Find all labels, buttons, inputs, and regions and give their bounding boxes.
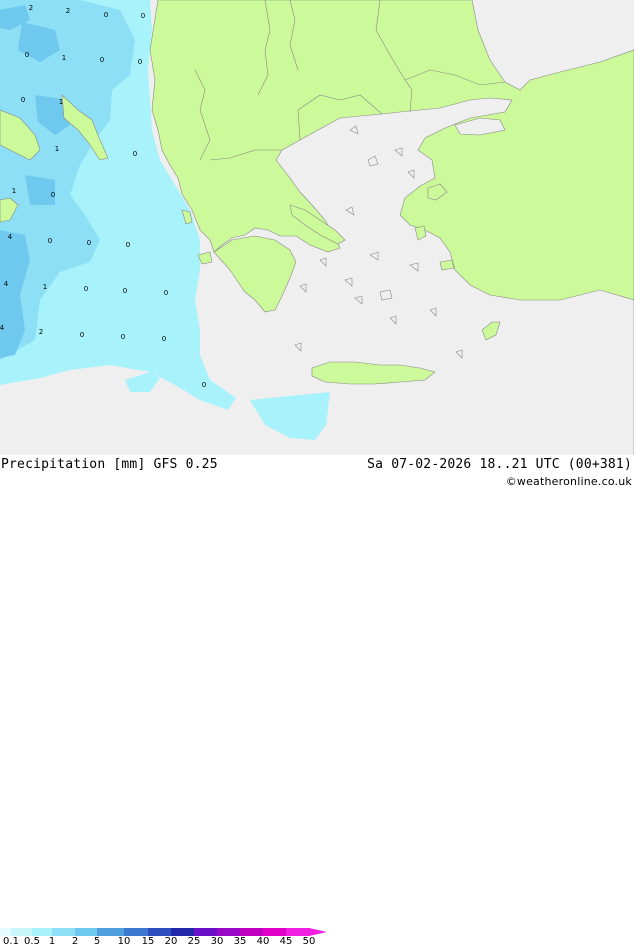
precip-value-label: 1 (62, 54, 66, 62)
scale-swatch (263, 928, 287, 936)
scale-tick-label: 35 (233, 936, 247, 947)
scale-tick-label: 45 (279, 936, 293, 947)
precip-value-label: 2 (66, 7, 70, 15)
scale-tick-label: 25 (187, 936, 201, 947)
precip-value-label: 0 (162, 335, 166, 343)
scale-tick-label: 5 (93, 936, 101, 947)
scale-swatch (75, 928, 98, 936)
scale-swatch (194, 928, 218, 936)
precip-value-label: 1 (12, 187, 16, 195)
scale-tick-label: 20 (164, 936, 178, 947)
scale-swatch (32, 928, 53, 936)
credit-link[interactable]: ©weatheronline.co.uk (506, 475, 632, 488)
precip-value-label: 4 (4, 280, 9, 288)
scale-tick-label: 0.5 (24, 936, 40, 947)
precip-value-label: 0 (80, 331, 84, 339)
precip-value-label: 0 (202, 381, 206, 389)
scale-tick-label: 2 (71, 936, 79, 947)
precip-value-label: 0 (121, 333, 125, 341)
scale-tick-label: 30 (210, 936, 224, 947)
valid-datetime: Sa 07-02-2026 18..21 UTC (00+381) (367, 457, 632, 472)
scale-swatch (240, 928, 264, 936)
map-title: Precipitation [mm] GFS 0.25 (1, 457, 218, 472)
scale-tick-label: 15 (141, 936, 155, 947)
scale-tick-label: 10 (117, 936, 131, 947)
scale-tick-label: 0.1 (3, 936, 19, 947)
precip-value-label: 0 (104, 11, 108, 19)
precip-value-label: 0 (48, 237, 52, 245)
precip-value-label: 0 (126, 241, 130, 249)
precip-value-label: 2 (39, 328, 43, 336)
precip-value-label: 4 (8, 233, 13, 241)
precip-value-label: 0 (133, 150, 137, 158)
scale-swatch (97, 928, 125, 936)
precip-value-label: 0 (164, 289, 168, 297)
precip-value-label: 0 (141, 12, 145, 20)
scale-swatch (217, 928, 241, 936)
scale-tick-label: 40 (256, 936, 270, 947)
scale-swatch (52, 928, 76, 936)
footer-bar: Precipitation [mm] GFS 0.25 Sa 07-02-202… (0, 455, 634, 947)
precip-value-label: 0 (84, 285, 88, 293)
precip-value-label: 2 (29, 4, 33, 12)
precip-value-label: 0 (100, 56, 104, 64)
precipitation-map: 2 2 0 0 0 1 0 0 0 1 1 0 1 0 4 0 0 0 4 1 0 0 0 4 2 0 0 0 0 (0, 0, 634, 455)
scale-swatch (148, 928, 172, 936)
precip-value-label: 0 (87, 239, 91, 247)
precip-value-label: 4 (0, 324, 5, 332)
precip-value-label: 0 (138, 58, 142, 66)
scale-swatch (11, 928, 33, 936)
scale-swatch (286, 928, 310, 936)
precip-value-label: 0 (25, 51, 29, 59)
precip-value-label: 0 (51, 191, 55, 199)
precip-value-label: 1 (59, 98, 63, 106)
precip-value-label: 1 (43, 283, 47, 291)
scale-tick-label: 1 (48, 936, 56, 947)
scale-tick-label: 50 (302, 936, 316, 947)
precip-value-label: 0 (123, 287, 127, 295)
precip-value-label: 1 (55, 145, 59, 153)
scale-arrow-tip (309, 928, 327, 936)
scale-swatch (171, 928, 195, 936)
scale-swatch (124, 928, 149, 936)
precip-value-label: 0 (21, 96, 25, 104)
